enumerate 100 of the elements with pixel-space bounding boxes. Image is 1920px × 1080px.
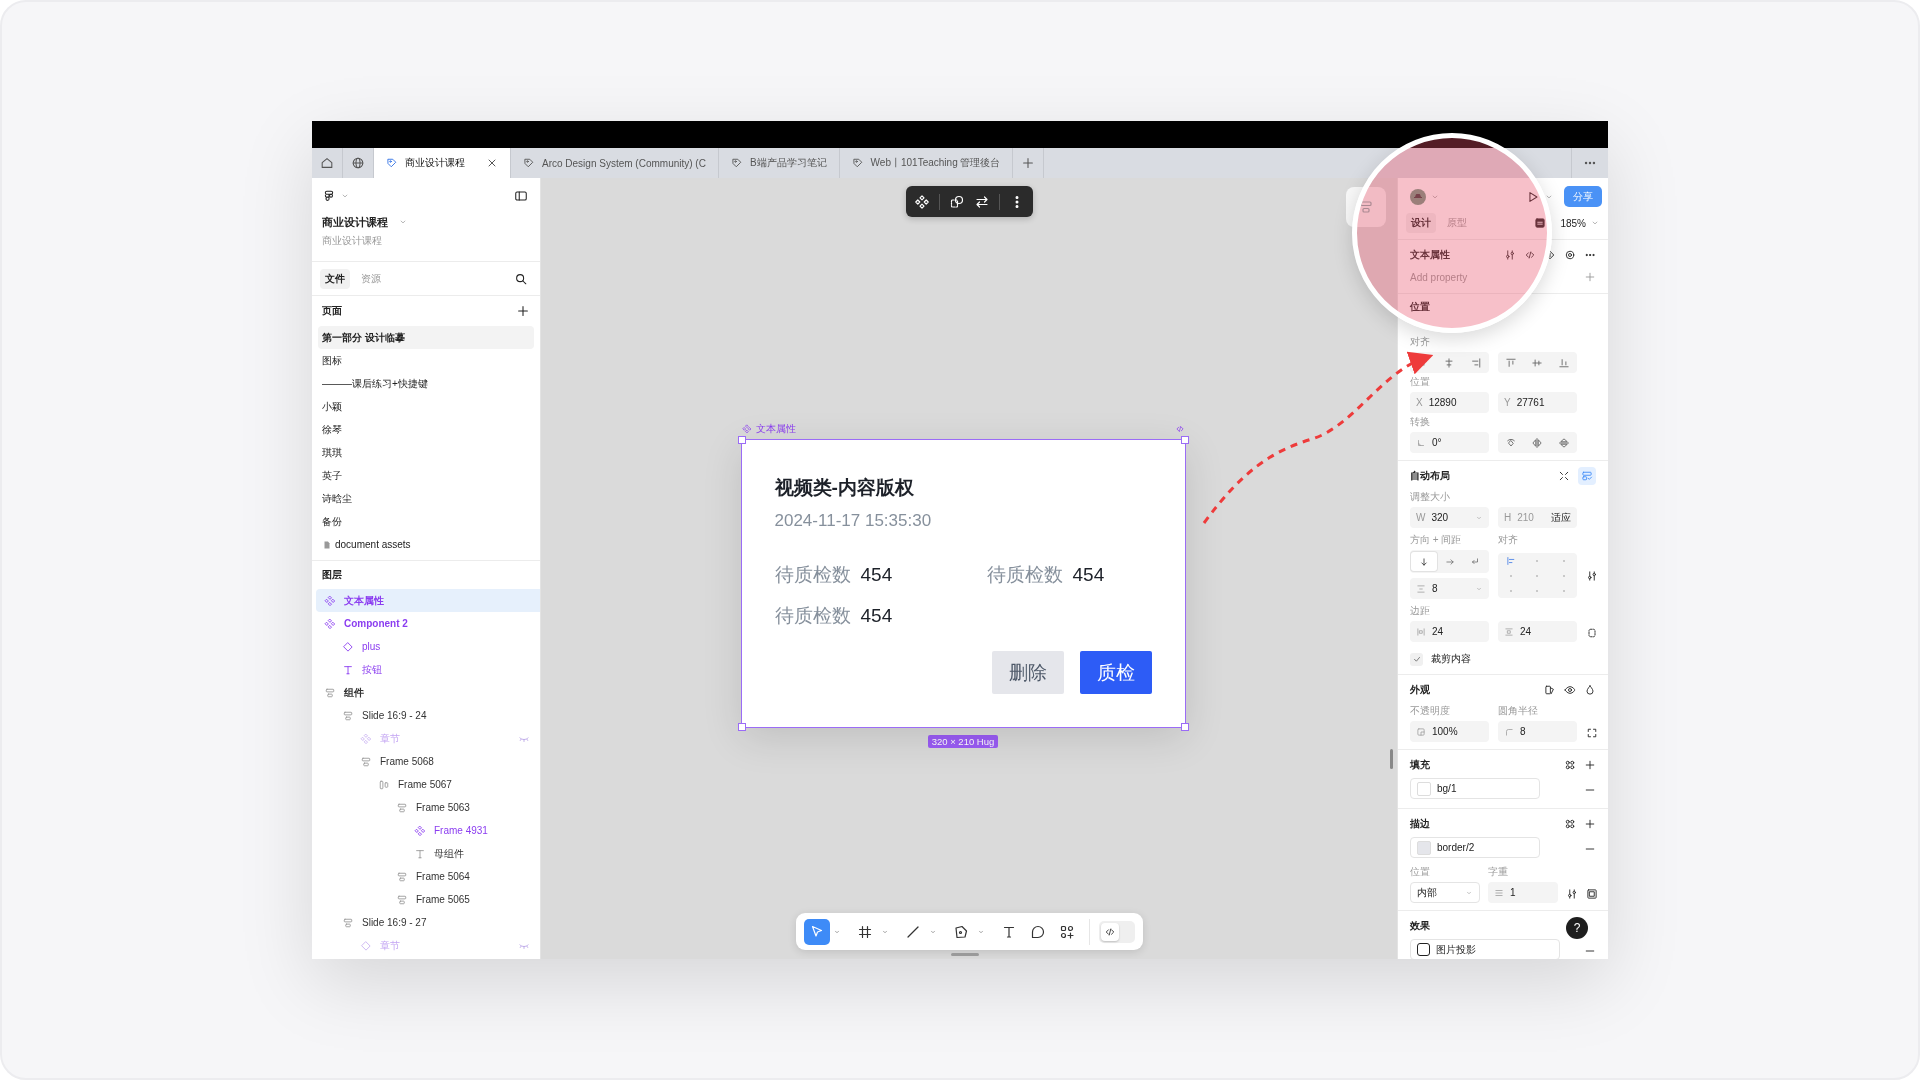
direction-button[interactable] (1411, 552, 1437, 571)
radius-field[interactable]: 8 (1498, 721, 1577, 742)
thumbnail-tile[interactable] (1346, 187, 1386, 227)
plus-icon[interactable] (516, 304, 530, 318)
stroke-style-field[interactable]: border/2 (1410, 837, 1540, 858)
page-item[interactable]: 小颖 (318, 395, 534, 418)
checkbox[interactable] (1410, 652, 1423, 666)
layer-item[interactable]: Component 2 (316, 612, 540, 635)
align-center-icon[interactable] (1443, 356, 1456, 369)
layer-item[interactable]: Frame 5063 (316, 796, 540, 819)
styles-icon[interactable] (1564, 759, 1576, 771)
browser-tab[interactable]: 商业设计课程 (374, 148, 511, 178)
padding-field[interactable]: 24 (1498, 621, 1577, 642)
globe-icon[interactable] (351, 156, 365, 170)
auto-layout-button[interactable] (1578, 467, 1596, 485)
close-icon[interactable] (486, 157, 498, 169)
page-item[interactable]: ———课后练习+快捷键 (318, 372, 534, 395)
sliders-icon[interactable] (1586, 569, 1598, 582)
layout-icon[interactable] (1534, 217, 1547, 229)
stroke-icon[interactable] (1586, 887, 1598, 900)
styles-icon[interactable] (1544, 684, 1556, 696)
page-item[interactable]: 第一部分 设计临摹 (318, 326, 534, 349)
zoom-menu[interactable]: 185% (1560, 217, 1600, 229)
stroke-position-dropdown[interactable]: 内部 (1410, 882, 1480, 903)
padding-icon[interactable] (1586, 626, 1598, 639)
layer-item[interactable]: 按钮 (316, 658, 540, 681)
selection-handle[interactable] (1180, 723, 1189, 731)
drop-icon[interactable] (1584, 684, 1596, 696)
layer-item[interactable]: Frame 5068 (316, 750, 540, 773)
code-toggle[interactable] (1098, 920, 1135, 943)
eye-icon[interactable] (1564, 684, 1576, 696)
collapse-icon[interactable] (1558, 470, 1570, 482)
search-icon[interactable] (514, 271, 528, 286)
align-bottom-icon[interactable] (1557, 356, 1570, 369)
stroke-weight-field[interactable]: 1 (1488, 882, 1558, 903)
plus-icon[interactable] (1584, 818, 1596, 830)
component-icon[interactable] (913, 193, 930, 210)
panel-tab[interactable]: 文件 (320, 268, 350, 289)
x-field[interactable]: X 12890 (1410, 392, 1489, 413)
selection-handle[interactable] (1180, 436, 1189, 444)
avatar-icon[interactable] (1410, 188, 1426, 205)
sliders-icon[interactable] (1504, 249, 1516, 261)
plus-icon[interactable] (1584, 759, 1596, 771)
color-swatch[interactable] (1417, 781, 1431, 796)
sidebar-toggle-icon[interactable] (514, 189, 528, 203)
flip-horizontal-icon[interactable] (1531, 436, 1544, 449)
layer-item[interactable]: Frame 5065 (316, 888, 540, 911)
page-item[interactable]: 诗晗尘 (318, 487, 534, 510)
effect-field[interactable]: 图片投影 (1410, 939, 1560, 959)
width-field[interactable]: W 320 (1410, 507, 1489, 528)
page-item[interactable]: 英子 (318, 464, 534, 487)
selection-handle[interactable] (737, 436, 746, 444)
selection-handle[interactable] (737, 723, 746, 731)
opacity-field[interactable]: 100% (1410, 721, 1489, 742)
target-icon[interactable] (1564, 249, 1576, 261)
corners-icon[interactable] (1586, 726, 1598, 739)
home-icon[interactable] (320, 156, 334, 170)
mode-tab[interactable]: 设计 (1406, 213, 1436, 233)
color-swatch[interactable] (1417, 840, 1431, 855)
y-field[interactable]: Y 27761 (1498, 392, 1577, 413)
resize-handle[interactable] (1390, 749, 1393, 769)
height-field[interactable]: H 210 适应 (1498, 507, 1577, 528)
shapes-icon[interactable] (948, 193, 965, 210)
page-item[interactable]: 琪琪 (318, 441, 534, 464)
layer-item[interactable]: Frame 4931 (316, 819, 540, 842)
align-top-icon[interactable] (1505, 356, 1518, 369)
delete-button[interactable]: 删除 (991, 651, 1064, 694)
styles-icon[interactable] (1564, 818, 1576, 830)
file-title[interactable]: 商业设计课程 (322, 214, 388, 230)
code-icon[interactable] (1174, 424, 1185, 434)
page-item[interactable]: 图标 (318, 349, 534, 372)
page-item[interactable]: 备份 (318, 510, 534, 533)
page-item[interactable]: document assets (318, 533, 534, 556)
new-tab-icon[interactable] (1021, 156, 1036, 170)
rotate-icon[interactable] (1505, 436, 1518, 449)
layer-item[interactable]: Frame 5064 (316, 865, 540, 888)
layer-item[interactable]: Frame 5067 (316, 773, 540, 796)
page-item[interactable]: 徐琴 (318, 418, 534, 441)
layer-item[interactable]: 母组件 (316, 842, 540, 865)
inspect-button[interactable]: 质检 (1079, 651, 1152, 694)
layer-item[interactable]: plus (316, 635, 540, 658)
layer-item[interactable]: Slide 16:9 - 27 (316, 911, 540, 934)
flip-vertical-icon[interactable] (1557, 436, 1570, 449)
logo-icon[interactable] (322, 189, 336, 203)
layer-item[interactable]: 组件 (316, 681, 540, 704)
swap-icon[interactable] (973, 193, 990, 210)
align-middle-icon[interactable] (1531, 356, 1544, 369)
rotation-field[interactable]: 0° (1410, 432, 1489, 453)
sliders-icon[interactable] (1566, 887, 1578, 900)
padding-field[interactable]: 24 (1410, 621, 1489, 642)
fill-style-field[interactable]: bg/1 (1410, 778, 1540, 799)
checkbox[interactable] (1417, 943, 1430, 956)
layer-item[interactable]: 文本属性 (316, 589, 540, 612)
gap-field[interactable]: 8 (1410, 578, 1489, 599)
align-right-icon[interactable] (1469, 356, 1482, 369)
play-icon[interactable] (1526, 189, 1540, 204)
layer-item[interactable]: Slide 16:9 - 24 (316, 704, 540, 727)
frame-label[interactable]: 文本属性 (755, 422, 796, 436)
drag-handle[interactable] (951, 953, 979, 956)
code-icon[interactable] (1524, 249, 1536, 261)
